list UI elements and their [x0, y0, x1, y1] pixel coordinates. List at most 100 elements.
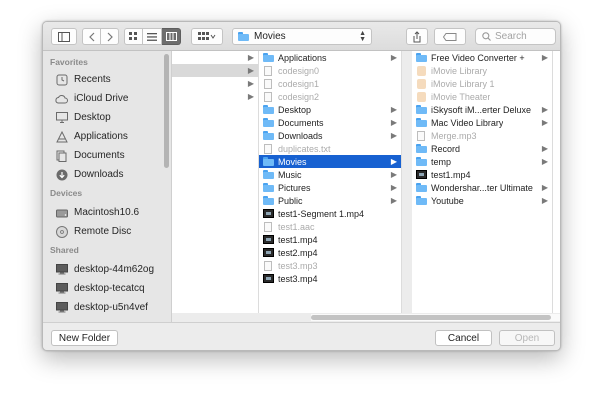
folder-icon [416, 104, 427, 115]
sidebar-item-macintosh10-6[interactable]: Macintosh10.6 [43, 203, 171, 222]
sidebar-scrollbar[interactable] [164, 54, 169, 168]
folder-row[interactable]: Movies ▶ [259, 155, 401, 168]
chevron-right-icon: ▶ [541, 118, 548, 127]
search-field[interactable]: Search [475, 28, 556, 45]
parent-row-selected[interactable]: ▶ [172, 64, 258, 77]
column-view-button[interactable] [162, 28, 181, 45]
imovie-library-icon [416, 78, 427, 89]
list-view-button[interactable] [143, 28, 162, 45]
folder-row[interactable]: Record ▶ [412, 142, 552, 155]
sidebar-item-recents[interactable]: Recents [43, 70, 171, 89]
arrange-menu-button[interactable] [191, 28, 223, 45]
favorites-header: Favorites [50, 57, 88, 67]
file-row[interactable]: Merge.mp3 [412, 129, 552, 142]
file-row[interactable]: codesign2 [259, 90, 401, 103]
open-button[interactable]: Open [499, 330, 555, 346]
folder-row[interactable]: Applications ▶ [259, 51, 401, 64]
chevron-right-icon: ▶ [541, 105, 548, 114]
sidebar-item-desktop[interactable]: Desktop [43, 108, 171, 127]
path-popup[interactable]: Movies ▲ ▼ [232, 28, 372, 45]
sidebar-item-label: Recents [74, 74, 111, 85]
tag-button[interactable] [434, 28, 466, 45]
folder-row[interactable]: Public ▶ [259, 194, 401, 207]
sidebar-item-label: Macintosh10.6 [74, 207, 140, 218]
item-name: iMovie Theater [431, 91, 491, 102]
file-row[interactable]: test3.mp3 [259, 259, 401, 272]
folder-row[interactable]: Free Video Converter + ▶ [412, 51, 552, 64]
view-mode-segment [124, 28, 181, 45]
folder-icon [238, 32, 249, 41]
video-file-icon [263, 273, 274, 284]
share-button[interactable] [406, 28, 428, 45]
icon-view-button[interactable] [124, 28, 143, 45]
file-row[interactable]: codesign1 [259, 77, 401, 90]
folder-row[interactable]: Pictures ▶ [259, 181, 401, 194]
item-name: codesign1 [278, 78, 320, 89]
up-down-arrows-icon: ▲ ▼ [359, 30, 366, 43]
movies-folder-column: Free Video Converter + ▶ iMovie Library iMo… [412, 51, 553, 313]
sidebar-item-desktop-tecatcq[interactable]: desktop-tecatcq [43, 279, 171, 298]
folder-icon [416, 143, 427, 154]
file-row[interactable]: iMovie Library [412, 64, 552, 77]
chevron-right-icon: ▶ [390, 157, 397, 166]
document-icon [263, 91, 274, 102]
folder-row[interactable]: Youtube ▶ [412, 194, 552, 207]
file-row[interactable]: test1.mp4 [259, 233, 401, 246]
sidebar-item-remote-disc[interactable]: Remote Disc [43, 222, 171, 241]
home-folder-column: Applications ▶ codesign0 codesign1 codesign2… [259, 51, 402, 313]
sidebar-toggle-button[interactable] [51, 28, 77, 45]
list-icon [147, 32, 157, 41]
devices-list: Macintosh10.6 Remote Disc [43, 203, 171, 241]
chevron-right-icon: ▶ [390, 118, 397, 127]
file-row[interactable]: iMovie Library 1 [412, 77, 552, 90]
folder-row[interactable]: temp ▶ [412, 155, 552, 168]
horizontal-scrollbar[interactable] [311, 314, 560, 321]
item-name: Music [278, 169, 302, 180]
video-file-icon [263, 208, 274, 219]
sidebar-item-desktop-u5n4vef[interactable]: desktop-u5n4vef [43, 298, 171, 317]
columns-icon [165, 32, 177, 41]
sidebar-item-downloads[interactable]: Downloads [43, 165, 171, 184]
sidebar-item-desktop-44m62og[interactable]: desktop-44m62og [43, 260, 171, 279]
document-icon [416, 130, 427, 141]
file-row[interactable]: test1.mp4 [412, 168, 552, 181]
file-row[interactable]: test1-Segment 1.mp4 [259, 207, 401, 220]
folder-row[interactable]: Downloads ▶ [259, 129, 401, 142]
sidebar: Favorites Recents iCloud Drive Desktop Appl… [43, 51, 172, 322]
search-placeholder: Search [495, 31, 527, 42]
file-row[interactable]: test2.mp4 [259, 246, 401, 259]
documents-icon [55, 149, 68, 162]
cancel-button[interactable]: Cancel [435, 330, 492, 346]
chevron-right-icon: ▶ [247, 92, 254, 101]
item-name: Merge.mp3 [431, 130, 477, 141]
parent-row[interactable]: ▶ [172, 51, 258, 64]
folder-row[interactable]: Desktop ▶ [259, 103, 401, 116]
new-folder-button[interactable]: New Folder [51, 330, 118, 346]
folder-row[interactable]: Documents ▶ [259, 116, 401, 129]
folder-row[interactable]: Wondershar...ter Ultimate ▶ [412, 181, 552, 194]
chevron-right-icon: ▶ [541, 157, 548, 166]
forward-button[interactable] [100, 28, 119, 45]
file-row[interactable]: test1.aac [259, 220, 401, 233]
file-row[interactable]: test3.mp4 [259, 272, 401, 285]
parent-row[interactable]: ▶ [172, 90, 258, 103]
sidebar-item-icloud-drive[interactable]: iCloud Drive [43, 89, 171, 108]
path-popup-label: Movies [254, 31, 286, 42]
folder-row[interactable]: iSkysoft iM...erter Deluxe ▶ [412, 103, 552, 116]
item-name: Movies [278, 156, 307, 167]
file-row[interactable]: duplicates.txt [259, 142, 401, 155]
item-name: Desktop [278, 104, 312, 115]
file-row[interactable]: codesign0 [259, 64, 401, 77]
sidebar-item-applications[interactable]: Applications [43, 127, 171, 146]
folder-icon [416, 156, 427, 167]
item-name: iMovie Library 1 [431, 78, 495, 89]
chevron-right-icon: ▶ [390, 170, 397, 179]
folder-row[interactable]: Mac Video Library ▶ [412, 116, 552, 129]
folder-row[interactable]: Music ▶ [259, 168, 401, 181]
back-button[interactable] [82, 28, 101, 45]
parent-row[interactable]: ▶ [172, 77, 258, 90]
item-name: Record [431, 143, 461, 154]
sidebar-item-documents[interactable]: Documents [43, 146, 171, 165]
scrollbar-thumb[interactable] [311, 315, 551, 320]
file-row[interactable]: iMovie Theater [412, 90, 552, 103]
